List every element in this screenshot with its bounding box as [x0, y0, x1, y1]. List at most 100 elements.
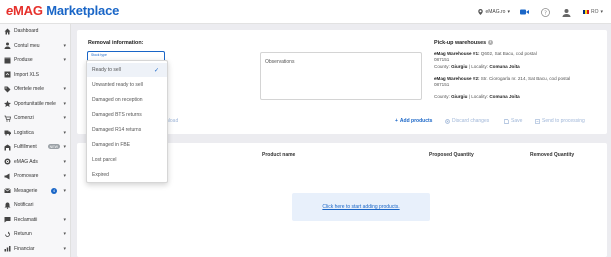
dropdown-option-unwanted-ready-to-sell[interactable]: Unwanted ready to sell [87, 78, 167, 92]
option-label: Expired [92, 172, 109, 178]
warehouse-1-county: Giurgiu [451, 64, 468, 69]
sidebar-item-emag-ads[interactable]: eMAG Ads ▾ [0, 155, 70, 170]
send-label: Send to processing [542, 118, 585, 124]
column-header-removed-quantity: Removed Quantity [530, 152, 575, 158]
option-label: Damaged in FBE [92, 142, 131, 148]
dropdown-option-ready-to-sell[interactable]: Ready to sell ✓ [87, 63, 167, 77]
warehouse-1-postal: 087151 [434, 57, 450, 62]
finance-icon [4, 245, 11, 252]
observations-textarea[interactable]: Observations [260, 52, 422, 100]
sidebar-item-label: Oportunitatile mele [14, 100, 56, 107]
return-icon [4, 231, 11, 238]
sidebar-item-produse[interactable]: Produse ▾ [0, 53, 70, 68]
user-icon [4, 42, 11, 50]
chevron-down-icon: ▾ [63, 129, 66, 136]
column-header-proposed-quantity: Proposed Quantity [429, 152, 474, 158]
chevron-down-icon: ▾ [63, 245, 66, 252]
sidebar-item-reclamatii[interactable]: Reclamatii ▾ [0, 213, 70, 228]
start-adding-products-link[interactable]: Click here to start adding products. [322, 204, 399, 210]
warehouse-2-postal: 087151 [434, 82, 450, 87]
language-code: RO [590, 9, 599, 15]
stock-type-label: Stock type [91, 53, 107, 57]
sidebar-item-financiar[interactable]: Financiar ▾ [0, 242, 70, 257]
warehouse-2-name: eMag Warehouse #2: [434, 76, 480, 81]
sidebar-item-import-xls[interactable]: Import XLS [0, 68, 70, 83]
sidebar-item-label: Promovare [14, 173, 39, 180]
tag-icon [4, 86, 11, 93]
dropdown-option-damaged-r14-returns[interactable]: Damaged R14 returns [87, 123, 167, 137]
emag-marketplace-logo[interactable]: eMAG Marketplace [6, 3, 119, 19]
discard-changes-button[interactable]: Discard changes [445, 118, 489, 124]
logo-e: e [6, 3, 14, 18]
sidebar-item-label: Notificari [14, 202, 34, 209]
sidebar-item-contul-meu[interactable]: Contul meu ▾ [0, 39, 70, 54]
sidebar-item-promovare[interactable]: Promovare ▾ [0, 169, 70, 184]
help-icon[interactable]: ? [541, 7, 550, 17]
chevron-down-icon: ▾ [63, 100, 66, 107]
add-products-label: Add products [399, 118, 433, 124]
sidebar-item-label: Mesagerie [14, 187, 38, 194]
cart-icon [4, 115, 11, 122]
language-selector[interactable]: RO ▾ [582, 9, 603, 15]
warehouse-1-name: eMag Warehouse #1: [434, 51, 480, 56]
locality-label: | Locality: [467, 94, 490, 99]
sidebar-item-returun[interactable]: Returun ▾ [0, 227, 70, 242]
sidebar-item-label: Reclamatii [14, 216, 38, 223]
video-icon[interactable] [519, 8, 529, 17]
option-label: Damaged on reception [92, 97, 143, 103]
truck-icon [4, 129, 11, 136]
dropdown-option-damaged-bts-returns[interactable]: Damaged BTS returns [87, 108, 167, 122]
warehouse-2-county: Giurgiu [451, 94, 468, 99]
option-label: Damaged BTS returns [92, 112, 142, 118]
sidebar-item-label: Contul meu [14, 42, 40, 49]
sidebar-item-label: eMAG Ads [14, 158, 38, 165]
warehouse-1-locality: Comuna Joita [489, 64, 520, 69]
location-pin-icon [478, 9, 484, 15]
send-to-processing-button[interactable]: Send to processing [535, 118, 585, 124]
sidebar-item-ofertele-mele[interactable]: Ofertele mele ▾ [0, 82, 70, 97]
dropdown-option-expired[interactable]: Expired [87, 168, 167, 182]
logo-marketplace: Marketplace [46, 3, 120, 18]
save-button[interactable]: Save [504, 118, 522, 124]
upload-icon [4, 71, 11, 78]
chevron-down-icon: ▾ [63, 57, 66, 63]
empty-products-placeholder: Click here to start adding products. [292, 193, 430, 221]
sidebar-item-logistica[interactable]: Logistica ▾ [0, 126, 70, 141]
sidebar-item-label: Comenzi [14, 115, 34, 122]
observations-placeholder: Observations [265, 59, 295, 65]
info-icon[interactable]: i [488, 40, 494, 46]
chevron-down-icon: ▾ [600, 9, 603, 15]
option-label: Ready to sell [92, 67, 121, 73]
warehouse-1-address: eMag Warehouse #1: Q602, Sat Bacu, cod p… [434, 51, 537, 57]
chevron-down-icon: ▾ [63, 216, 66, 223]
add-products-button[interactable]: + Add products [395, 118, 432, 124]
sidebar-item-notificari[interactable]: Notificari [0, 198, 70, 213]
save-icon [504, 118, 509, 124]
option-label: Damaged R14 returns [92, 127, 142, 133]
romania-flag-icon [582, 10, 589, 14]
mail-icon [4, 187, 11, 194]
complaint-icon [4, 216, 11, 223]
warehouse-1-location: County: Giurgiu | Locality: Comuna Joita [434, 64, 520, 70]
option-label: Unwanted ready to sell [92, 82, 143, 88]
star-icon [4, 100, 11, 108]
county-label: County: [434, 94, 452, 99]
sidebar-item-mesagerie[interactable]: Mesagerie 4 ▾ [0, 184, 70, 199]
user-account-icon[interactable] [562, 8, 571, 17]
sidebar-item-oportunitatile-mele[interactable]: Oportunitatile mele ▾ [0, 97, 70, 112]
sidebar-item-fulfillment[interactable]: Fulfillment NEW ▾ [0, 140, 70, 155]
sidebar-item-label: Fulfillment [14, 144, 37, 151]
promo-icon [4, 173, 11, 180]
top-bar: eMAG Marketplace eMAG.ro ▾ ? RO ▾ [0, 0, 611, 24]
discard-icon [445, 118, 450, 124]
dropdown-option-lost-parcel[interactable]: Lost parcel [87, 153, 167, 167]
removal-information-title: Removal information: [88, 40, 144, 46]
county-label: County: [434, 64, 452, 69]
chevron-down-icon: ▾ [63, 158, 66, 165]
store-selector[interactable]: eMAG.ro ▾ [478, 9, 510, 15]
sidebar-item-label: Returun [14, 231, 32, 238]
sidebar-item-comenzi[interactable]: Comenzi ▾ [0, 111, 70, 126]
dropdown-option-damaged-on-reception[interactable]: Damaged on reception [87, 93, 167, 107]
dropdown-option-damaged-in-fbe[interactable]: Damaged in FBE [87, 138, 167, 152]
sidebar-item-dashboard[interactable]: Dashboard [0, 24, 70, 39]
